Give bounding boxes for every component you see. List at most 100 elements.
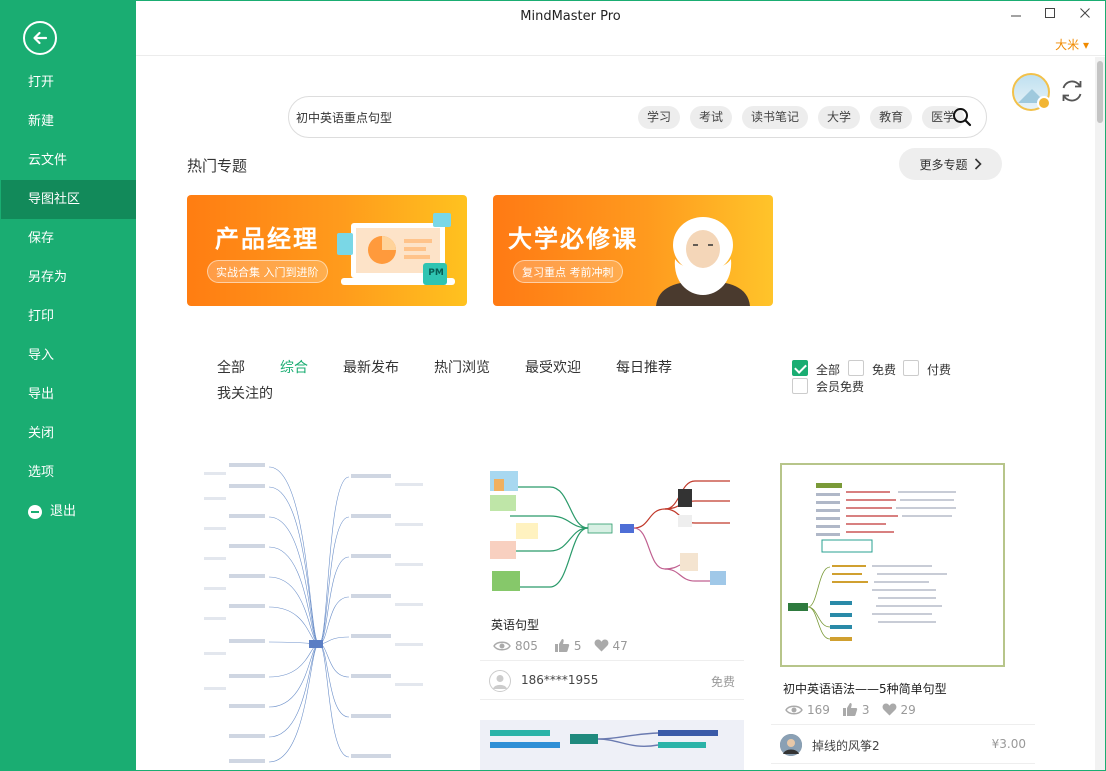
more-topics-label: 更多专题 — [919, 157, 968, 172]
banner-title: 产品经理 — [215, 225, 319, 253]
checkbox-member-free-label: 会员免费 — [816, 380, 865, 394]
maximize-icon — [1045, 8, 1055, 18]
banner-university-courses[interactable]: 大学必修课 复习重点 考前冲刺 — [493, 195, 773, 306]
thumbs-up-icon — [554, 639, 570, 652]
sidebar-item-exit[interactable]: 退出 — [1, 492, 136, 531]
sidebar-item-import[interactable]: 导入 — [1, 336, 136, 375]
sidebar-menu: 打开 新建 云文件 导图社区 保存 另存为 打印 导入 导出 关闭 选项 退出 — [1, 63, 136, 531]
tab-all[interactable]: 全部 — [217, 357, 245, 377]
search-input[interactable]: 初中英语重点句型 — [296, 109, 392, 126]
tab-hot-views[interactable]: 热门浏览 — [434, 357, 490, 377]
mindmap-thumbnail-4[interactable] — [780, 463, 1005, 667]
tab-following[interactable]: 我关注的 — [217, 383, 273, 403]
author-avatar[interactable] — [780, 734, 802, 756]
checkbox-free-label: 免费 — [872, 363, 897, 377]
scrollbar-thumb[interactable] — [1097, 61, 1103, 123]
banner-subtitle: 实战合集 入门到进阶 — [207, 260, 328, 283]
view-count: 805 — [515, 638, 538, 653]
checkbox-free[interactable] — [848, 360, 864, 376]
app-title: MindMaster Pro — [520, 9, 621, 24]
search-bar[interactable]: 初中英语重点句型 学习 考试 读书笔记 大学 教育 医学 — [288, 96, 987, 138]
sidebar-item-label: 打印 — [28, 309, 55, 324]
favorite-count: 29 — [900, 702, 916, 717]
eye-icon — [493, 641, 511, 650]
sidebar-item-close[interactable]: 关闭 — [1, 414, 136, 453]
section-title-hot-topics: 热门专题 — [187, 157, 248, 175]
scrollbar[interactable] — [1095, 57, 1105, 770]
sidebar-item-save[interactable]: 保存 — [1, 219, 136, 258]
sidebar-item-new[interactable]: 新建 — [1, 102, 136, 141]
card-footer-1: 186****1955 免费 — [480, 660, 744, 700]
tab-latest[interactable]: 最新发布 — [343, 357, 399, 377]
sidebar-item-community[interactable]: 导图社区 — [1, 180, 136, 219]
card-footer-2: 掉线的风筝2 ¥3.00 — [771, 724, 1035, 764]
sidebar-item-label: 打开 — [28, 75, 55, 90]
card-title-2[interactable]: 初中英语语法——5种简单句型 — [783, 680, 947, 697]
search-button[interactable] — [952, 107, 972, 127]
close-window-button[interactable] — [1075, 7, 1095, 23]
tag-exam[interactable]: 考试 — [690, 106, 733, 129]
sidebar-item-label: 导入 — [28, 348, 55, 363]
sidebar-item-label: 保存 — [28, 231, 55, 246]
tag-reading-notes[interactable]: 读书笔记 — [742, 106, 809, 129]
refresh-button[interactable] — [1058, 77, 1086, 105]
more-topics-button[interactable]: 更多专题 — [899, 148, 1002, 180]
minimize-icon — [1011, 15, 1021, 17]
banner-title: 大学必修课 — [508, 225, 638, 253]
tag-education[interactable]: 教育 — [870, 106, 913, 129]
sidebar-item-save-as[interactable]: 另存为 — [1, 258, 136, 297]
author-name[interactable]: 掉线的风筝2 — [812, 737, 880, 754]
sidebar-item-cloud-files[interactable]: 云文件 — [1, 141, 136, 180]
vip-badge-icon — [1037, 96, 1051, 110]
tag-university[interactable]: 大学 — [818, 106, 861, 129]
card-title-1[interactable]: 英语句型 — [491, 616, 539, 633]
card-stats-1: 805 5 47 — [493, 638, 628, 653]
tab-comprehensive[interactable]: 综合 — [280, 357, 308, 377]
user-photo-icon — [780, 734, 802, 756]
like-count: 5 — [573, 638, 582, 653]
checkbox-all[interactable] — [792, 360, 808, 376]
tag-study[interactable]: 学习 — [638, 106, 681, 129]
mindmap-thumbnail-2[interactable] — [480, 461, 744, 601]
heart-icon — [882, 703, 896, 716]
sidebar-item-print[interactable]: 打印 — [1, 297, 136, 336]
banner-product-manager[interactable]: 产品经理 实战合集 入门到进阶 PM — [187, 195, 467, 306]
like-count: 3 — [861, 702, 870, 717]
favorite-count: 47 — [612, 638, 628, 653]
checkbox-paid-label: 付费 — [927, 363, 952, 377]
author-name[interactable]: 186****1955 — [521, 673, 598, 687]
chevron-right-icon — [974, 158, 982, 170]
maximize-button[interactable] — [1040, 7, 1060, 23]
title-bar: MindMaster Pro — [136, 1, 1105, 33]
divider — [136, 55, 1105, 56]
app-window: 打开 新建 云文件 导图社区 保存 另存为 打印 导入 导出 关闭 选项 退出 … — [0, 0, 1106, 771]
sidebar: 打开 新建 云文件 导图社区 保存 另存为 打印 导入 导出 关闭 选项 退出 — [1, 1, 136, 770]
author-avatar[interactable] — [489, 670, 511, 692]
sidebar-item-open[interactable]: 打开 — [1, 63, 136, 102]
checkbox-all-label: 全部 — [816, 363, 841, 377]
price-label: ¥3.00 — [991, 737, 1026, 751]
card-stats-2: 169 3 29 — [785, 702, 916, 717]
minimize-button[interactable] — [1006, 7, 1026, 23]
checkbox-paid[interactable] — [903, 360, 919, 376]
tab-daily-picks[interactable]: 每日推荐 — [616, 357, 672, 377]
mindmap-thumbnail-3[interactable] — [480, 720, 744, 770]
user-icon — [493, 675, 507, 689]
sidebar-item-label: 导图社区 — [28, 192, 81, 207]
sidebar-item-label: 退出 — [50, 504, 77, 519]
sidebar-item-options[interactable]: 选项 — [1, 453, 136, 492]
tab-most-popular[interactable]: 最受欢迎 — [525, 357, 581, 377]
search-tags: 学习 考试 读书笔记 大学 教育 医学 — [638, 106, 965, 129]
mindmap-preview — [490, 471, 730, 591]
sidebar-item-export[interactable]: 导出 — [1, 375, 136, 414]
banner-subtitle: 复习重点 考前冲刺 — [513, 260, 623, 283]
checkbox-member-free[interactable] — [792, 378, 808, 394]
close-icon — [1080, 8, 1090, 18]
thumbs-up-icon — [842, 703, 858, 716]
portrait-illustration — [656, 217, 750, 306]
mindmap-thumbnail-1[interactable] — [199, 457, 429, 770]
mindmap-preview — [490, 730, 718, 748]
heart-icon — [594, 639, 608, 652]
back-button[interactable] — [23, 21, 57, 55]
user-menu[interactable]: 大米 ▾ — [1055, 36, 1089, 53]
